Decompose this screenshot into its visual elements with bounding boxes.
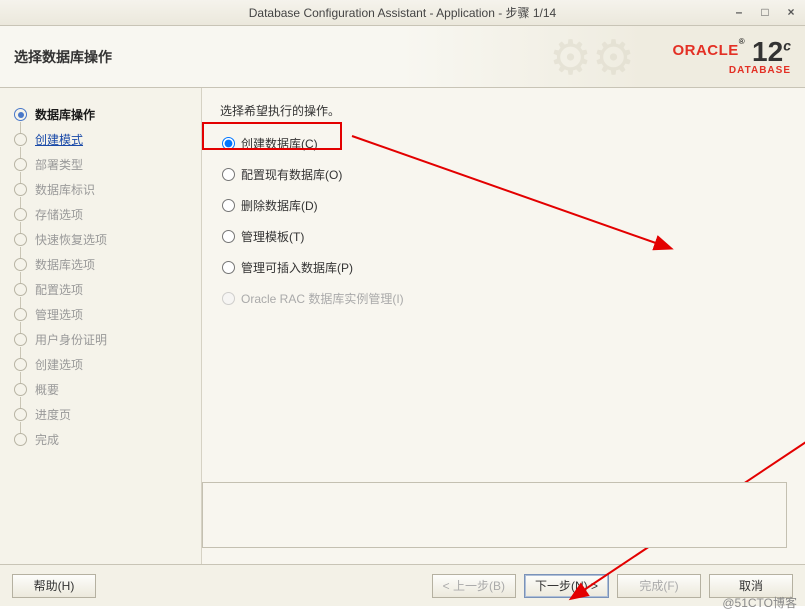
step-bullet-icon [14, 283, 27, 296]
finish-button: 完成(F) [617, 574, 701, 598]
option-label: 删除数据库(D) [241, 197, 318, 214]
step-label: 进度页 [35, 406, 71, 423]
option-radio-4[interactable] [222, 261, 235, 274]
option-row-3[interactable]: 管理模板(T) [222, 228, 787, 245]
step-bullet-icon [14, 358, 27, 371]
option-row-1[interactable]: 配置现有数据库(O) [222, 166, 787, 183]
option-label: 管理可插入数据库(P) [241, 259, 353, 276]
help-button[interactable]: 帮助(H) [12, 574, 96, 598]
sidebar-step-0[interactable]: 数据库操作 [0, 102, 201, 127]
minimize-icon[interactable]: – [731, 4, 747, 20]
step-bullet-icon [14, 433, 27, 446]
content-area: 数据库操作创建模式部署类型数据库标识存储选项快速恢复选项数据库选项配置选项管理选… [0, 88, 805, 564]
instruction-text: 选择希望执行的操作。 [220, 102, 787, 119]
step-bullet-icon [14, 208, 27, 221]
sidebar: 数据库操作创建模式部署类型数据库标识存储选项快速恢复选项数据库选项配置选项管理选… [0, 88, 202, 564]
message-box [202, 482, 787, 548]
sidebar-step-8: 管理选项 [0, 302, 201, 327]
brand-text: ORACLE [672, 42, 738, 59]
step-label: 快速恢复选项 [35, 231, 107, 248]
option-radio-3[interactable] [222, 230, 235, 243]
window-title: Database Configuration Assistant - Appli… [249, 4, 557, 21]
step-bullet-icon [14, 258, 27, 271]
step-bullet-icon [14, 158, 27, 171]
step-bullet-icon [14, 133, 27, 146]
step-label: 用户身份证明 [35, 331, 107, 348]
step-label: 创建选项 [35, 356, 83, 373]
sidebar-step-13: 完成 [0, 427, 201, 452]
back-button: < 上一步(B) [432, 574, 516, 598]
option-row-5: Oracle RAC 数据库实例管理(I) [222, 290, 787, 307]
window-controls: – □ × [731, 4, 799, 20]
header: 选择数据库操作 ⚙⚙ ORACLE® 12c DATABASE [0, 26, 805, 88]
step-label: 概要 [35, 381, 59, 398]
step-bullet-icon [14, 408, 27, 421]
sidebar-step-7: 配置选项 [0, 277, 201, 302]
titlebar: Database Configuration Assistant - Appli… [0, 0, 805, 26]
step-label: 存储选项 [35, 206, 83, 223]
sidebar-step-2: 部署类型 [0, 152, 201, 177]
step-label: 创建模式 [35, 131, 83, 148]
step-label: 部署类型 [35, 156, 83, 173]
sidebar-step-5: 快速恢复选项 [0, 227, 201, 252]
sidebar-step-3: 数据库标识 [0, 177, 201, 202]
option-radio-1[interactable] [222, 168, 235, 181]
oracle-logo: ORACLE® 12c DATABASE [672, 38, 791, 76]
option-row-0[interactable]: 创建数据库(C) [222, 135, 787, 152]
sidebar-step-1[interactable]: 创建模式 [0, 127, 201, 152]
step-bullet-icon [14, 108, 27, 121]
maximize-icon[interactable]: □ [757, 4, 773, 20]
sidebar-step-10: 创建选项 [0, 352, 201, 377]
option-radio-2[interactable] [222, 199, 235, 212]
main-panel: 选择希望执行的操作。 创建数据库(C) 配置现有数据库(O) 删除数据库(D) 管理模… [202, 88, 805, 564]
option-radio-0[interactable] [222, 137, 235, 150]
version-major: 12 [752, 36, 783, 67]
step-label: 数据库操作 [35, 106, 95, 123]
step-label: 配置选项 [35, 281, 83, 298]
step-bullet-icon [14, 233, 27, 246]
options-group: 创建数据库(C) 配置现有数据库(O) 删除数据库(D) 管理模板(T) 管理可插入数据… [222, 135, 787, 307]
footer: 帮助(H) < 上一步(B) 下一步(N) > 完成(F) 取消 [0, 564, 805, 606]
option-row-2[interactable]: 删除数据库(D) [222, 197, 787, 214]
page-title: 选择数据库操作 [14, 47, 112, 67]
sidebar-step-6: 数据库选项 [0, 252, 201, 277]
step-bullet-icon [14, 383, 27, 396]
step-bullet-icon [14, 333, 27, 346]
step-label: 数据库选项 [35, 256, 95, 273]
version-suffix: c [783, 37, 791, 53]
sidebar-step-11: 概要 [0, 377, 201, 402]
next-button[interactable]: 下一步(N) > [524, 574, 609, 598]
sidebar-step-4: 存储选项 [0, 202, 201, 227]
option-label: Oracle RAC 数据库实例管理(I) [241, 290, 404, 307]
step-label: 完成 [35, 431, 59, 448]
option-label: 管理模板(T) [241, 228, 304, 245]
option-label: 配置现有数据库(O) [241, 166, 342, 183]
gear-decoration-icon: ⚙⚙ [549, 30, 635, 86]
step-label: 管理选项 [35, 306, 83, 323]
step-label: 数据库标识 [35, 181, 95, 198]
option-radio-5 [222, 292, 235, 305]
close-icon[interactable]: × [783, 4, 799, 20]
option-label: 创建数据库(C) [241, 135, 318, 152]
option-row-4[interactable]: 管理可插入数据库(P) [222, 259, 787, 276]
sidebar-step-9: 用户身份证明 [0, 327, 201, 352]
watermark: @51CTO博客 [722, 594, 797, 611]
step-bullet-icon [14, 308, 27, 321]
product-line: DATABASE [672, 66, 791, 76]
step-bullet-icon [14, 183, 27, 196]
sidebar-step-12: 进度页 [0, 402, 201, 427]
